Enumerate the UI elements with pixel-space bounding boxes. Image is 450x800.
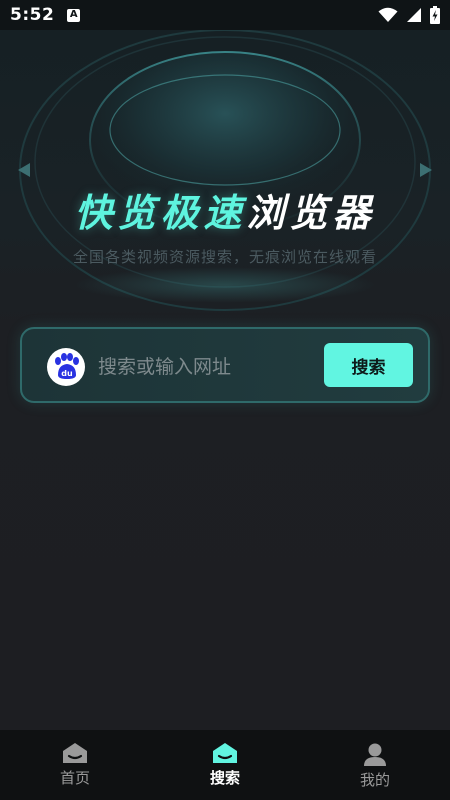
battery-charging-icon <box>430 6 440 24</box>
app-title-plain: 浏览器 <box>246 191 376 235</box>
search-input[interactable] <box>98 351 318 383</box>
baidu-logo-icon[interactable]: du <box>47 348 85 386</box>
search-bar: du 搜索 <box>20 327 430 403</box>
user-icon <box>364 743 386 766</box>
hero-lens-graphic <box>18 30 432 311</box>
wifi-icon <box>378 7 398 22</box>
baidu-logo-text: du <box>61 369 73 378</box>
status-bar: 5:52 A <box>0 0 450 30</box>
search-button[interactable]: 搜索 <box>324 343 413 387</box>
nav-label-search: 搜索 <box>209 769 240 787</box>
bottom-nav: 首页 搜索 我的 <box>0 730 450 800</box>
status-time: 5:52 <box>10 5 55 25</box>
app-title-accent: 快览极速 <box>74 191 247 235</box>
home-icon <box>63 743 87 763</box>
nav-label-mine: 我的 <box>359 771 390 789</box>
home-icon <box>213 743 237 763</box>
browser-home-screen: 5:52 A 快览极速浏览器 全国各类视频资源搜索，无痕浏览在线观看 du 搜索… <box>0 0 450 800</box>
hero-decoration <box>0 30 450 330</box>
app-subtitle: 全国各类视频资源搜索，无痕浏览在线观看 <box>72 248 377 266</box>
nav-item-home[interactable]: 首页 <box>0 730 150 800</box>
status-icons <box>378 6 440 24</box>
nav-item-search[interactable]: 搜索 <box>150 730 300 800</box>
nav-item-mine[interactable]: 我的 <box>300 730 450 800</box>
a-badge-icon: A <box>67 8 81 22</box>
signal-icon <box>407 8 421 22</box>
nav-label-home: 首页 <box>59 769 90 787</box>
app-title: 快览极速浏览器 <box>0 188 450 238</box>
